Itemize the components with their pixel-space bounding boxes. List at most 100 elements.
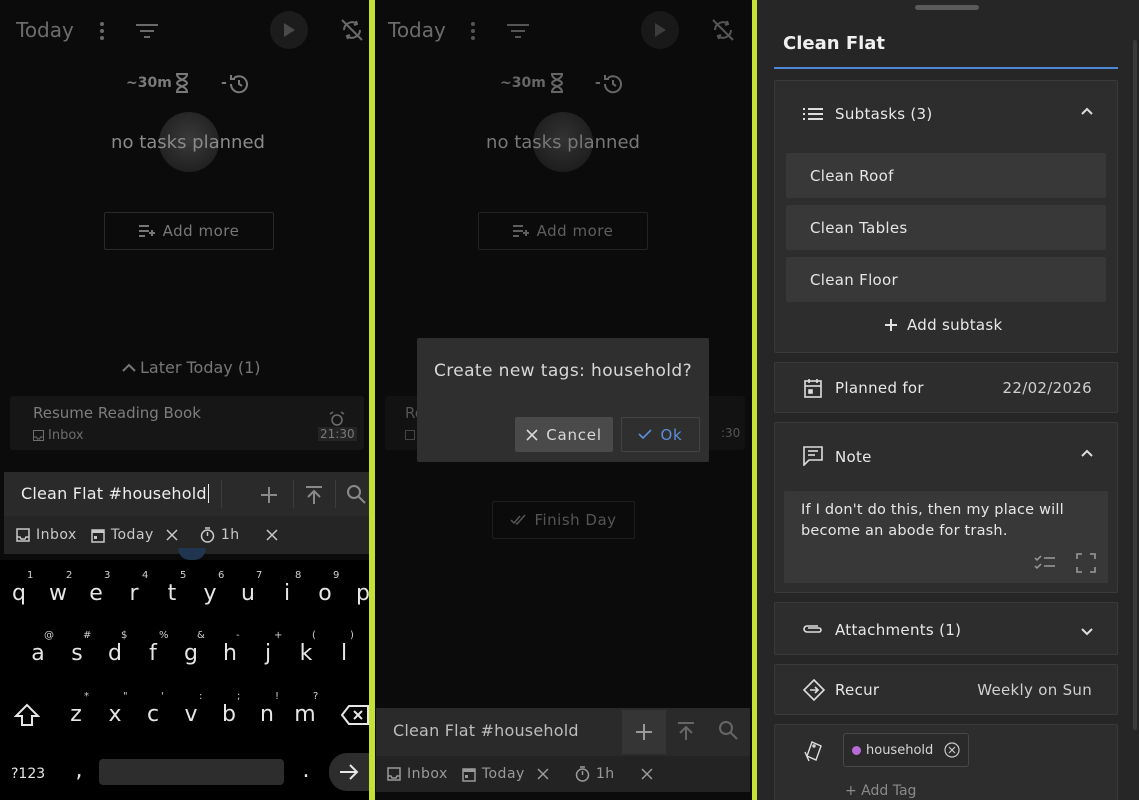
add-task-input[interactable]: Clean Flat #household <box>393 721 579 740</box>
key-s[interactable]: s <box>62 641 92 666</box>
close-icon[interactable] <box>266 529 278 541</box>
add-task-input[interactable]: Clean Flat #household <box>21 484 209 503</box>
planned-value: 22/02/2026 <box>1002 379 1092 397</box>
add-tag-button[interactable]: + Add Tag <box>845 783 916 799</box>
subtask-item[interactable]: Clean Roof <box>786 153 1106 198</box>
key-u[interactable]: u <box>233 581 263 606</box>
close-icon[interactable] <box>166 529 178 541</box>
duration-chip[interactable]: 1h <box>575 766 653 782</box>
backspace-key-icon[interactable] <box>340 701 369 729</box>
play-button[interactable] <box>270 11 308 49</box>
key-v[interactable]: v <box>176 702 206 727</box>
close-icon[interactable] <box>641 768 653 780</box>
attachments-card[interactable]: Attachments (1) <box>774 602 1118 655</box>
task-row[interactable]: Resume Reading Book Inbox 21:30 <box>10 396 364 450</box>
key-l[interactable]: l <box>329 641 359 666</box>
add-more-label: Add more <box>162 222 240 240</box>
key-a[interactable]: a <box>23 641 53 666</box>
planned-card[interactable]: Planned for 22/02/2026 <box>774 362 1118 413</box>
note-editor[interactable]: If I don't do this, then my place will b… <box>784 491 1108 583</box>
key-x[interactable]: x <box>100 702 130 727</box>
check-icon <box>638 429 653 440</box>
key-r[interactable]: r <box>119 581 149 606</box>
enter-arrow-icon[interactable] <box>329 753 369 791</box>
key-o[interactable]: o <box>310 581 340 606</box>
tag-label: household <box>866 742 934 758</box>
key-hint: * <box>84 691 89 702</box>
ok-button[interactable]: Ok <box>621 417 700 452</box>
finish-day-button[interactable]: Finish Day <box>492 501 635 539</box>
add-more-button[interactable]: Add more <box>478 212 648 250</box>
subtask-item[interactable]: Clean Floor <box>786 257 1106 302</box>
move-to-top-icon[interactable] <box>674 720 698 742</box>
key-y[interactable]: y <box>195 581 225 606</box>
subtask-item[interactable]: Clean Tables <box>786 205 1106 250</box>
remove-tag-icon[interactable] <box>944 742 960 758</box>
drag-handle[interactable] <box>915 5 979 10</box>
key-g[interactable]: g <box>176 641 206 666</box>
key-m[interactable]: m <box>290 702 320 727</box>
recur-card[interactable]: Recur Weekly on Sun <box>774 664 1118 715</box>
task-time: 21:30 <box>318 427 357 441</box>
chevron-down-icon[interactable] <box>1078 623 1096 641</box>
chevron-up-icon[interactable] <box>1078 102 1096 120</box>
key-b[interactable]: b <box>214 702 244 727</box>
add-icon[interactable] <box>258 484 280 506</box>
sync-off-icon[interactable] <box>709 16 737 44</box>
due-chip[interactable]: Today <box>462 766 549 782</box>
key-k[interactable]: k <box>291 641 321 666</box>
project-chip[interactable]: Inbox <box>387 766 448 782</box>
key-q[interactable]: q <box>4 581 34 606</box>
subtasks-card: Subtasks (3) Clean Roof Clean Tables Cle… <box>774 80 1118 353</box>
add-icon[interactable] <box>622 710 666 754</box>
filter-icon[interactable] <box>505 20 531 42</box>
shift-key-icon[interactable] <box>12 700 42 730</box>
cancel-button[interactable]: Cancel <box>515 417 613 452</box>
tag-chip[interactable]: household <box>843 733 970 767</box>
key-j[interactable]: j <box>253 641 283 666</box>
space-key[interactable] <box>99 759 284 785</box>
key-i[interactable]: i <box>272 581 302 606</box>
key-p[interactable]: p <box>348 581 369 606</box>
scrollbar[interactable] <box>1133 40 1137 730</box>
move-to-top-icon[interactable] <box>302 484 326 506</box>
add-more-button[interactable]: Add more <box>104 212 274 250</box>
recur-label: Recur <box>835 681 880 699</box>
task-title[interactable]: Clean Flat <box>783 33 885 54</box>
key-t[interactable]: t <box>157 581 187 606</box>
key-h[interactable]: h <box>215 641 245 666</box>
duration-chip[interactable]: 1h <box>200 527 278 543</box>
key-f[interactable]: f <box>138 641 168 666</box>
cancel-label: Cancel <box>546 425 602 444</box>
calendar-icon <box>462 767 476 782</box>
period-key[interactable]: . <box>291 758 321 783</box>
chevron-up-icon[interactable] <box>1078 444 1096 462</box>
key-w[interactable]: w <box>43 581 73 606</box>
close-icon[interactable] <box>537 768 549 780</box>
dialog-message: Create new tags: household? <box>433 361 693 381</box>
inbox-icon <box>405 430 415 440</box>
search-icon[interactable] <box>344 483 368 505</box>
key-d[interactable]: d <box>100 641 130 666</box>
key-hint: $ <box>121 630 128 641</box>
more-vert-icon[interactable] <box>465 20 481 42</box>
later-today-toggle[interactable]: Later Today (1) <box>122 358 261 377</box>
key-e[interactable]: e <box>81 581 111 606</box>
checklist-icon[interactable] <box>1033 553 1057 571</box>
comma-key[interactable]: , <box>64 758 94 783</box>
symbols-key[interactable]: ?123 <box>11 766 45 782</box>
chevron-up-icon <box>122 363 136 372</box>
search-icon[interactable] <box>716 719 740 741</box>
add-subtask-button[interactable]: Add subtask <box>885 316 1003 334</box>
more-vert-icon[interactable] <box>94 20 110 42</box>
due-chip[interactable]: Today <box>91 527 178 543</box>
key-n[interactable]: n <box>252 702 282 727</box>
subtasks-label: Subtasks (3) <box>835 105 933 123</box>
play-button[interactable] <box>641 11 679 49</box>
sync-off-icon[interactable] <box>338 16 366 44</box>
key-z[interactable]: z <box>61 702 91 727</box>
filter-icon[interactable] <box>134 20 160 42</box>
project-chip[interactable]: Inbox <box>16 527 77 543</box>
fullscreen-icon[interactable] <box>1075 552 1097 574</box>
key-c[interactable]: c <box>138 702 168 727</box>
